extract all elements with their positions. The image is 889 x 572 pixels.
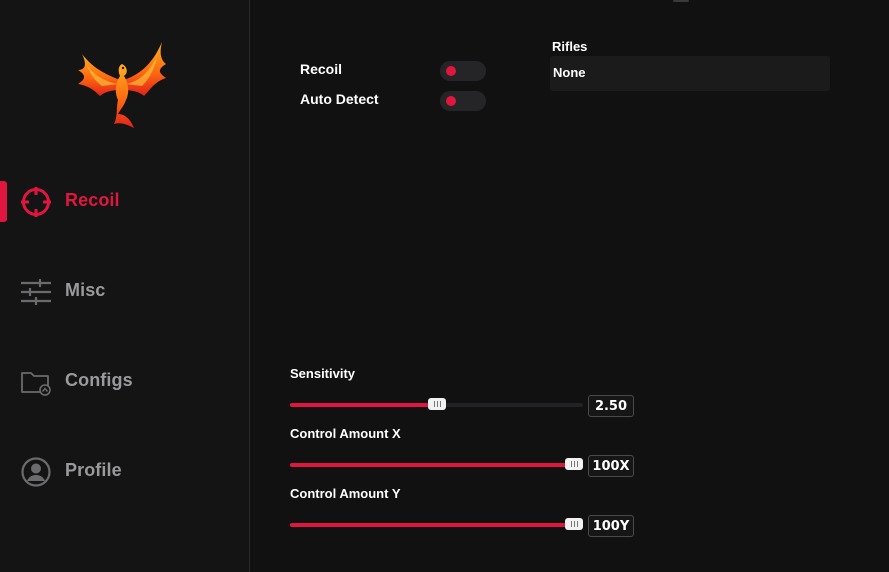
sidebar-item-profile[interactable]: Profile (0, 451, 249, 497)
sidebar-item-label: Configs (65, 370, 133, 390)
slider-fill (290, 523, 574, 527)
control-amount-y-label: Control Amount Y (290, 486, 401, 501)
slider-fill (290, 463, 574, 467)
slider-thumb[interactable] (565, 518, 583, 530)
toggle-knob (446, 66, 456, 76)
slider-thumb[interactable] (428, 398, 446, 410)
sidebar: Recoil Misc Configs Profile (0, 0, 250, 572)
sensitivity-value[interactable]: 2.50 (588, 395, 634, 417)
control-amount-y-value[interactable]: 100Y (588, 515, 634, 537)
rifles-selected-value: None (553, 65, 586, 80)
auto-detect-toggle[interactable] (440, 91, 486, 111)
sensitivity-label: Sensitivity (290, 366, 356, 381)
slider-thumb[interactable] (565, 458, 583, 470)
control-amount-y-slider[interactable] (290, 518, 583, 530)
auto-detect-toggle-label: Auto Detect (300, 91, 379, 107)
slider-fill (290, 403, 437, 407)
sidebar-item-label: Profile (65, 460, 122, 480)
rifles-dropdown[interactable]: None (550, 56, 830, 91)
sidebar-item-misc[interactable]: Misc (0, 271, 249, 317)
sensitivity-slider[interactable] (290, 398, 583, 410)
sidebar-item-label: Misc (65, 280, 106, 300)
folder-icon (21, 372, 51, 396)
active-indicator (0, 181, 7, 222)
user-icon (21, 457, 51, 487)
sliders-icon (21, 279, 51, 305)
phoenix-logo-icon (78, 42, 166, 128)
control-amount-x-slider[interactable] (290, 458, 583, 470)
sidebar-item-recoil[interactable]: Recoil (0, 181, 249, 227)
rifles-label: Rifles (552, 39, 588, 54)
control-amount-x-label: Control Amount X (290, 426, 401, 441)
crosshair-icon (21, 187, 51, 217)
toggle-knob (446, 96, 456, 106)
window-drag-handle[interactable] (673, 0, 689, 2)
sidebar-item-configs[interactable]: Configs (0, 361, 249, 407)
control-amount-x-value[interactable]: 100X (588, 455, 634, 477)
sidebar-item-label: Recoil (65, 190, 120, 210)
recoil-toggle-label: Recoil (300, 61, 343, 77)
recoil-toggle[interactable] (440, 61, 486, 81)
